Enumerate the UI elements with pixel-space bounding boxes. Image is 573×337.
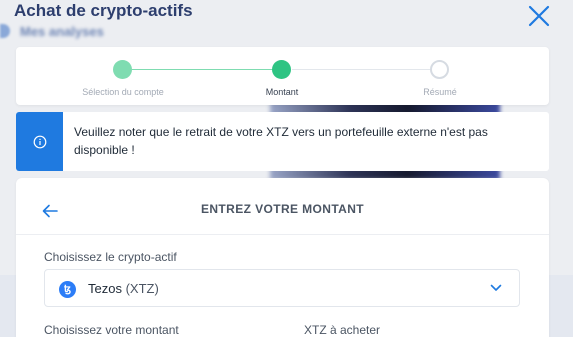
progress-stepper: Sélection du compte Montant Résumé <box>16 47 549 105</box>
notice-accent <box>16 112 63 171</box>
crypto-select-label: Choisissez le crypto-actif <box>44 250 177 264</box>
close-button[interactable] <box>527 4 551 28</box>
step-2-indicator <box>272 60 291 79</box>
selected-asset-name: Tezos <box>88 281 122 296</box>
crypto-asset-select[interactable]: ꜩ Tezos (XTZ) <box>44 269 520 307</box>
notice-message: Veuillez noter que le retrait de votre X… <box>74 125 488 157</box>
selected-asset: Tezos (XTZ) <box>88 281 159 296</box>
background-page-title: Mes analyses <box>20 24 104 39</box>
step-3-indicator <box>430 60 449 79</box>
form-title: ENTREZ VOTRE MONTANT <box>200 202 365 216</box>
info-icon <box>33 135 46 148</box>
to-buy-label: XTZ à acheter <box>304 323 381 337</box>
close-icon <box>528 5 550 27</box>
step-connector-1 <box>132 69 273 70</box>
chevron-down-icon <box>490 284 502 291</box>
selected-asset-ticker: (XTZ) <box>125 281 159 296</box>
step-connector-2 <box>292 69 431 70</box>
form-divider <box>16 234 549 235</box>
modal-title: Achat de crypto-actifs <box>14 1 193 20</box>
tezos-icon: ꜩ <box>59 281 76 298</box>
step-3-label: Résumé <box>423 87 457 97</box>
amount-label: Choisissez votre montant <box>44 323 179 337</box>
step-1-label: Sélection du compte <box>82 87 164 97</box>
amount-form: ENTREZ VOTRE MONTANT Choisissez le crypt… <box>16 178 549 337</box>
step-2-label: Montant <box>265 87 299 97</box>
step-1-indicator <box>113 60 132 79</box>
info-notice: Veuillez noter que le retrait de votre X… <box>16 112 549 171</box>
